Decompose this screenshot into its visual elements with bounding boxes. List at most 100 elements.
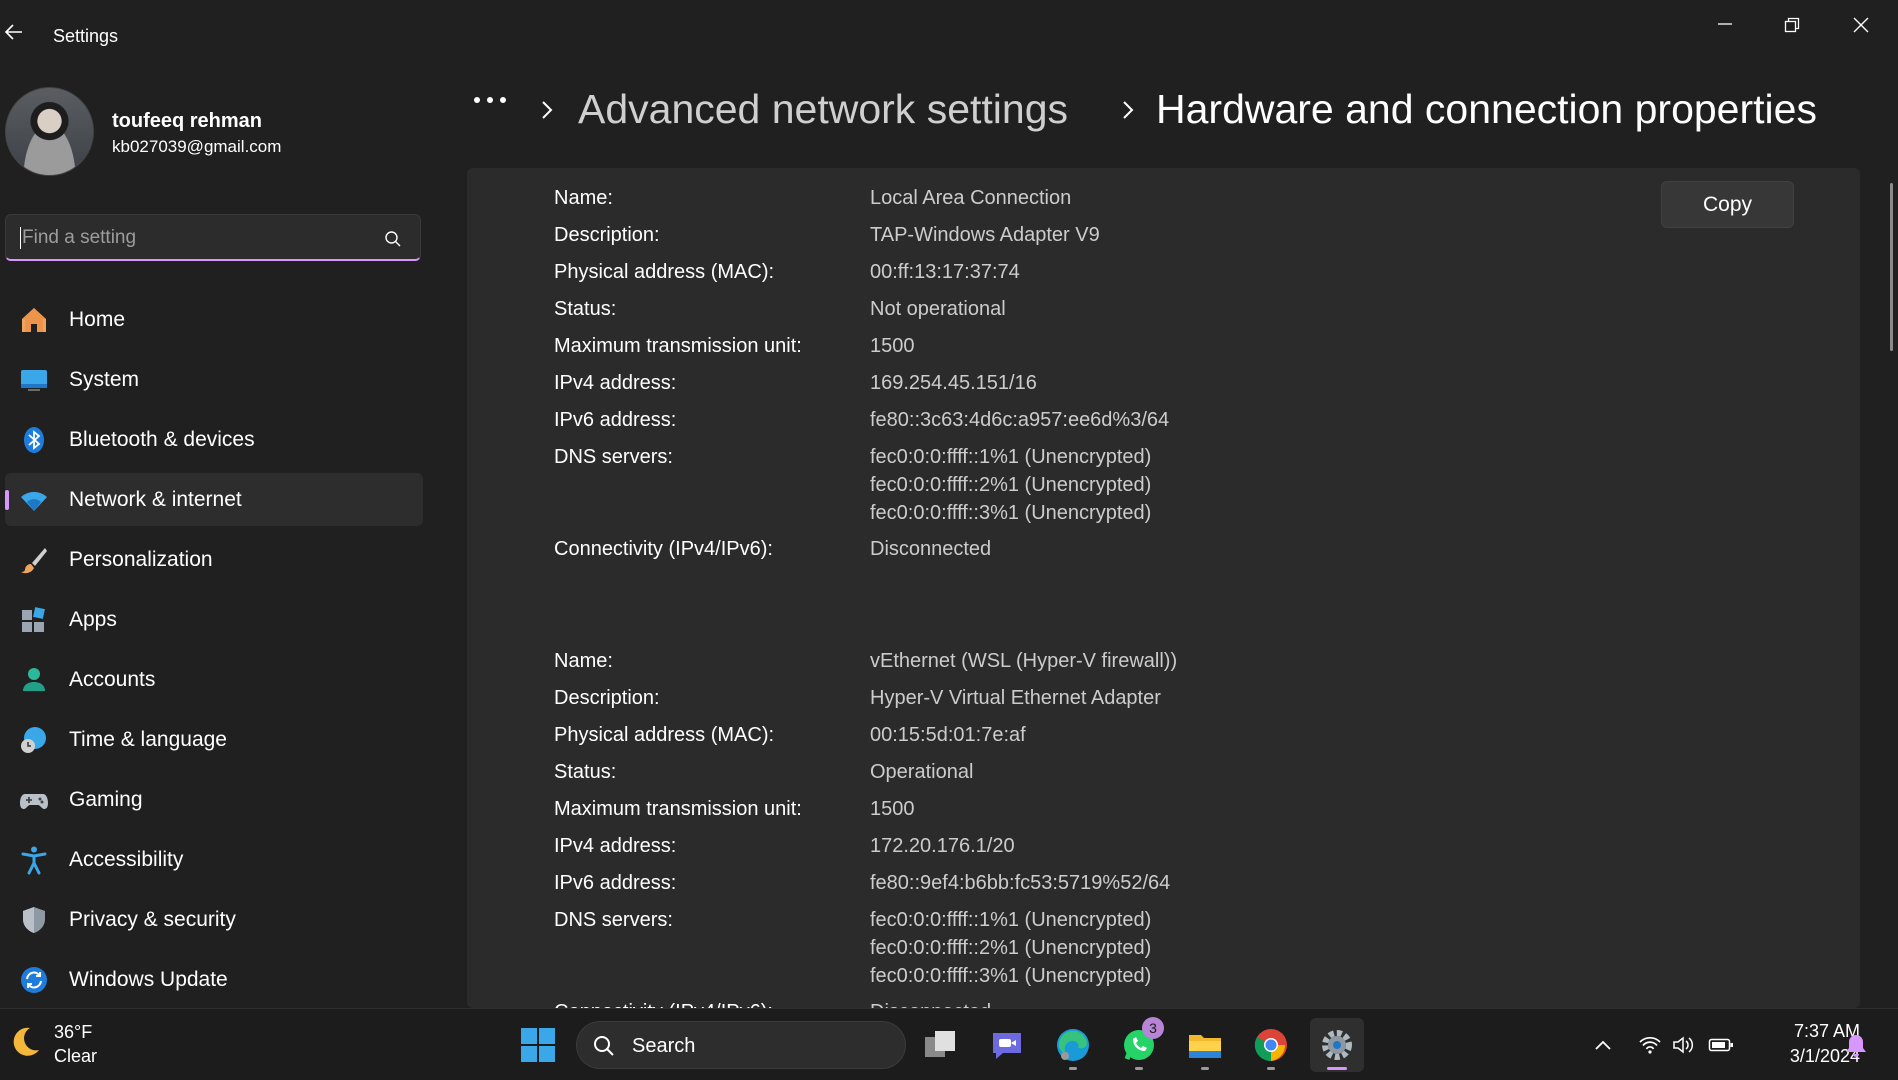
apps-icon xyxy=(22,607,45,632)
property-label: Maximum transmission unit: xyxy=(554,798,802,820)
property-value: 1500 xyxy=(870,798,915,820)
sidebar-item-gaming[interactable]: Gaming xyxy=(5,773,423,826)
taskbar-app-edge[interactable] xyxy=(1046,1018,1100,1072)
weather-condition[interactable]: Clear xyxy=(54,1046,97,1067)
minimize-icon xyxy=(1718,23,1732,25)
notification-badge: 3 xyxy=(1142,1017,1164,1039)
scrollbar[interactable] xyxy=(1890,183,1893,351)
property-label: Name: xyxy=(554,187,613,209)
property-label: DNS servers: xyxy=(554,909,673,931)
edge-icon xyxy=(1057,1029,1089,1061)
sidebar-item-apps[interactable]: Apps xyxy=(5,593,423,646)
property-value: 00:15:5d:01:7e:af xyxy=(870,724,1026,746)
title-bar: Settings xyxy=(0,0,1898,72)
accounts-icon xyxy=(23,668,45,691)
chevron-right-icon xyxy=(542,101,553,119)
taskbar-search-label: Search xyxy=(632,1035,696,1057)
sidebar-item-label: Bluetooth & devices xyxy=(69,428,255,451)
weather-temperature[interactable]: 36°F xyxy=(54,1022,92,1043)
sidebar-item-label: Accounts xyxy=(69,668,156,691)
system-icon xyxy=(21,370,47,391)
page-title: Hardware and connection properties xyxy=(1156,86,1817,132)
battery-icon[interactable] xyxy=(1708,1035,1734,1055)
taskbar-app-settings[interactable] xyxy=(1310,1018,1364,1072)
close-button[interactable] xyxy=(1834,10,1890,38)
sidebar-item-label: Gaming xyxy=(69,788,143,811)
search-icon[interactable] xyxy=(384,230,402,248)
property-value: Operational xyxy=(870,761,974,783)
property-label: Connectivity (IPv4/IPv6): xyxy=(554,538,773,560)
sidebar-item-bluetooth[interactable]: Bluetooth & devices xyxy=(5,413,423,466)
home-icon xyxy=(22,308,46,332)
sidebar-item-windows-update[interactable]: Windows Update xyxy=(5,953,423,1006)
text-caret xyxy=(20,227,21,249)
wifi-icon xyxy=(21,491,47,511)
start-button[interactable] xyxy=(511,1018,565,1072)
running-indicator xyxy=(1267,1067,1275,1070)
sidebar-item-label: Accessibility xyxy=(69,848,184,871)
property-label: Status: xyxy=(554,298,617,320)
back-button[interactable] xyxy=(4,22,28,50)
sidebar-item-home[interactable]: Home xyxy=(5,293,423,346)
taskbar-app-chrome[interactable] xyxy=(1244,1018,1298,1072)
brush-icon xyxy=(21,548,47,574)
wifi-icon[interactable] xyxy=(1638,1035,1662,1055)
search-input[interactable]: Find a setting xyxy=(5,214,421,261)
sidebar-item-label: Network & internet xyxy=(69,488,242,511)
task-view-icon xyxy=(925,1031,955,1057)
property-value: Local Area Connection xyxy=(870,187,1072,209)
search-icon xyxy=(594,1036,614,1056)
property-label: Description: xyxy=(554,224,660,246)
copy-button[interactable]: Copy xyxy=(1661,181,1794,228)
chevron-up-icon[interactable] xyxy=(1594,1039,1612,1051)
sidebar-item-network[interactable]: Network & internet xyxy=(5,473,423,526)
properties-panel: Copy Name: Local Area Connection Descript… xyxy=(467,168,1860,1008)
volume-icon[interactable] xyxy=(1672,1035,1696,1055)
property-value: Not operational xyxy=(870,298,1006,320)
property-label: IPv6 address: xyxy=(554,872,677,894)
gear-icon xyxy=(1322,1030,1352,1060)
sidebar-item-label: Personalization xyxy=(69,548,213,571)
running-indicator xyxy=(1201,1067,1209,1070)
chevron-right-icon xyxy=(1123,101,1134,119)
property-label: IPv4 address: xyxy=(554,372,677,394)
notification-bell-icon[interactable] xyxy=(1845,1033,1867,1057)
property-label: Connectivity (IPv4/IPv6): xyxy=(554,998,773,1008)
property-value: 169.254.45.151/16 xyxy=(870,372,1037,394)
property-label: Description: xyxy=(554,687,660,709)
sidebar-item-label: System xyxy=(69,368,140,391)
sidebar-item-system[interactable]: System xyxy=(5,353,423,406)
breadcrumb-parent[interactable]: Advanced network settings xyxy=(578,86,1068,133)
more-icon[interactable] xyxy=(472,95,508,105)
property-value: vEthernet (WSL (Hyper-V firewall)) xyxy=(870,650,1178,672)
property-value-dns-3: fec0:0:0:ffff::3%1 (Unencrypted) xyxy=(870,965,1152,987)
property-value: TAP-Windows Adapter V9 xyxy=(870,224,1100,246)
sidebar-item-label: Apps xyxy=(69,608,117,631)
gamepad-icon xyxy=(20,794,48,809)
taskbar-app-whatsapp[interactable]: 3 xyxy=(1112,1017,1166,1072)
property-label: Physical address (MAC): xyxy=(554,261,775,283)
sidebar-item-accessibility[interactable]: Accessibility xyxy=(5,833,423,886)
taskbar-app-file-explorer[interactable] xyxy=(1178,1018,1232,1072)
sidebar-item-time-language[interactable]: Time & language xyxy=(5,713,423,766)
sidebar-item-privacy[interactable]: Privacy & security xyxy=(5,893,423,946)
property-value: fe80::3c63:4d6c:a957:ee6d%3/64 xyxy=(870,409,1170,431)
restore-button[interactable] xyxy=(1765,10,1821,38)
avatar[interactable] xyxy=(5,87,94,176)
accessibility-icon xyxy=(21,846,47,875)
property-label: Name: xyxy=(554,650,613,672)
sidebar-item-personalization[interactable]: Personalization xyxy=(5,533,423,586)
taskbar-search[interactable]: Search xyxy=(576,1021,906,1069)
chrome-icon xyxy=(1254,1029,1287,1062)
running-indicator xyxy=(1069,1067,1077,1070)
minimize-button[interactable] xyxy=(1698,10,1754,38)
property-label: Maximum transmission unit: xyxy=(554,335,802,357)
moon-icon[interactable] xyxy=(8,1025,42,1059)
task-view-button[interactable] xyxy=(914,1018,968,1072)
property-value-dns-2: fec0:0:0:ffff::2%1 (Unencrypted) xyxy=(870,937,1152,959)
property-value-dns-3: fec0:0:0:ffff::3%1 (Unencrypted) xyxy=(870,502,1152,524)
sidebar-item-accounts[interactable]: Accounts xyxy=(5,653,423,706)
windows-logo-icon xyxy=(521,1028,555,1062)
taskbar-app-teams[interactable] xyxy=(980,1018,1034,1072)
property-value-dns-1: fec0:0:0:ffff::1%1 (Unencrypted) xyxy=(870,446,1152,468)
